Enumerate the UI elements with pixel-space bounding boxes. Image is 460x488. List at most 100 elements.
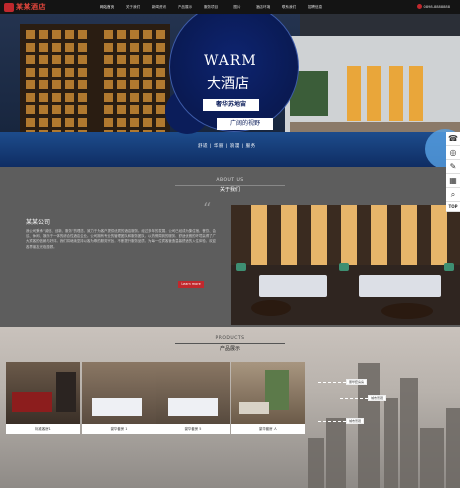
product-card[interactable]: 豪华套房 5 bbox=[156, 362, 230, 434]
lattice-pane bbox=[78, 30, 87, 39]
about-text: 我公司秉承“诚信、创新、服务”的理念，致力于为客户提供优质的酒店服务。经过多年的… bbox=[26, 229, 216, 249]
lattice-pane bbox=[52, 30, 61, 39]
callout-line bbox=[340, 398, 368, 399]
about-section: ABOUT US 关于我们 某某公司 “ 我公司秉承“诚信、创新、服务”的理念，… bbox=[0, 167, 460, 327]
hero-tag-2: 广阔的视野 bbox=[217, 118, 273, 130]
lattice-pane bbox=[143, 105, 152, 114]
nav-item-gallery[interactable]: 图片 bbox=[224, 5, 250, 10]
back-to-top-button[interactable]: TOP bbox=[446, 202, 460, 212]
lattice-pane bbox=[39, 105, 48, 114]
lattice-pane bbox=[39, 67, 48, 77]
lattice-pane bbox=[26, 42, 35, 52]
lattice-pane bbox=[65, 67, 74, 77]
company-name: 某某公司 bbox=[26, 219, 51, 226]
products-divider bbox=[175, 343, 285, 344]
logo-icon bbox=[4, 2, 14, 12]
lattice-pane bbox=[78, 80, 87, 89]
product-card[interactable]: 标准客房1 bbox=[6, 362, 80, 434]
lattice-pane bbox=[156, 67, 165, 77]
lattice-pane bbox=[143, 117, 152, 127]
lattice-pane bbox=[117, 105, 126, 114]
lattice-pane bbox=[65, 30, 74, 39]
lattice-pane bbox=[143, 42, 152, 52]
lattice-pane bbox=[156, 30, 165, 39]
edit-icon[interactable]: ✎ bbox=[446, 160, 460, 174]
lattice-pane bbox=[52, 42, 61, 52]
lattice-pane bbox=[65, 55, 74, 64]
lattice-pane bbox=[104, 30, 113, 39]
phone-icon[interactable]: ☎ bbox=[446, 132, 460, 146]
chat-icon[interactable]: ◎ bbox=[446, 146, 460, 160]
lattice-pane bbox=[65, 80, 74, 89]
header: 某某酒店 网站首页 关于我们 新闻资讯 产品展示 服务项目 图片 酒店环境 联系… bbox=[0, 0, 460, 14]
lattice-pane bbox=[26, 67, 35, 77]
lattice-pane bbox=[26, 117, 35, 127]
lattice-pane bbox=[156, 80, 165, 89]
lattice-pane bbox=[78, 117, 87, 127]
lattice-pane bbox=[130, 105, 139, 114]
lattice-pane bbox=[26, 30, 35, 39]
hero-footer: 舒适 | 华丽 | 浪漫 | 服务 bbox=[198, 144, 256, 149]
lattice-pane bbox=[117, 55, 126, 64]
lattice-pane bbox=[52, 80, 61, 89]
lattice-pane bbox=[65, 92, 74, 102]
nav-item-jobs[interactable]: 招聘信息 bbox=[302, 5, 328, 10]
lattice-pane bbox=[26, 105, 35, 114]
hero-subtitle: 大酒店 bbox=[207, 76, 249, 92]
lattice-pane bbox=[130, 80, 139, 89]
product-image bbox=[6, 362, 80, 424]
product-card[interactable]: 豪华套房 人 bbox=[231, 362, 305, 434]
lattice-pane bbox=[130, 67, 139, 77]
lattice-pane bbox=[156, 92, 165, 102]
header-phone: 0898-8888888 bbox=[416, 4, 450, 9]
city-skyline bbox=[308, 347, 460, 488]
callout-label: 豪华套房房 bbox=[346, 379, 368, 385]
hero-tag-1: 奢华苏地宙 bbox=[203, 99, 259, 111]
lattice-pane bbox=[104, 42, 113, 52]
hero-lattice-door bbox=[20, 24, 170, 144]
hero-pool bbox=[0, 132, 460, 167]
lattice-pane bbox=[117, 117, 126, 127]
lattice-pane bbox=[52, 67, 61, 77]
logo[interactable]: 某某酒店 bbox=[4, 2, 84, 12]
lattice-pane bbox=[39, 42, 48, 52]
nav-item-services[interactable]: 服务项目 bbox=[198, 5, 224, 10]
nav-item-products[interactable]: 产品展示 bbox=[172, 5, 198, 10]
lattice-pane bbox=[143, 55, 152, 64]
products-section: PRODUCTS 产品展示 标准客房1 豪华套房 1 豪华套房 5 豪华套房 人… bbox=[0, 327, 460, 488]
lattice-pane bbox=[143, 30, 152, 39]
nav-item-about[interactable]: 关于我们 bbox=[120, 5, 146, 10]
lattice-pane bbox=[26, 92, 35, 102]
search-icon[interactable]: ⌕ bbox=[446, 188, 460, 202]
nav-item-contact[interactable]: 联系我们 bbox=[276, 5, 302, 10]
lobby-photo bbox=[231, 205, 460, 325]
lattice-pane bbox=[117, 42, 126, 52]
lattice-pane bbox=[156, 55, 165, 64]
about-heading-cn: 关于我们 bbox=[219, 187, 240, 193]
lattice-pane bbox=[117, 30, 126, 39]
product-card[interactable]: 豪华套房 1 bbox=[82, 362, 156, 434]
callout-line bbox=[318, 421, 346, 422]
lattice-pane bbox=[78, 105, 87, 114]
qr-icon[interactable]: ▦ bbox=[446, 174, 460, 188]
product-image bbox=[156, 362, 230, 424]
lattice-pane bbox=[26, 55, 35, 64]
lattice-pane bbox=[52, 117, 61, 127]
lattice-pane bbox=[52, 105, 61, 114]
main-nav: 网站首页 关于我们 新闻资讯 产品展示 服务项目 图片 酒店环境 联系我们 招聘… bbox=[94, 5, 328, 10]
nav-item-news[interactable]: 新闻资讯 bbox=[146, 5, 172, 10]
nav-item-home[interactable]: 网站首页 bbox=[94, 5, 120, 10]
lattice-pane bbox=[117, 67, 126, 77]
product-caption: 豪华套房 人 bbox=[231, 424, 305, 434]
nav-item-environment[interactable]: 酒店环境 bbox=[250, 5, 276, 10]
learn-more-button[interactable]: Learn more bbox=[178, 281, 204, 288]
logo-text: 某某酒店 bbox=[16, 3, 46, 11]
lattice-pane bbox=[39, 80, 48, 89]
lattice-pane bbox=[143, 92, 152, 102]
lattice-pane bbox=[143, 80, 152, 89]
lattice-pane bbox=[156, 42, 165, 52]
page: 某某酒店 网站首页 关于我们 新闻资讯 产品展示 服务项目 图片 酒店环境 联系… bbox=[0, 0, 460, 488]
side-toolbar: ☎ ◎ ✎ ▦ ⌕ TOP bbox=[446, 132, 460, 212]
lattice-pane bbox=[65, 117, 74, 127]
hero-title: WARM bbox=[204, 53, 257, 69]
